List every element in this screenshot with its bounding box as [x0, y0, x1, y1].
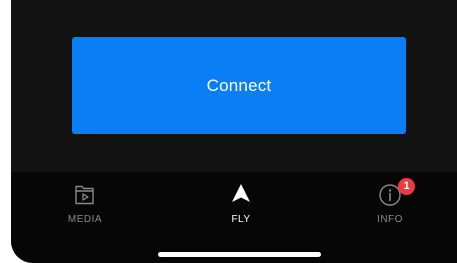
tab-info[interactable]: 1 INFO	[350, 172, 430, 242]
tab-fly[interactable]: FLY	[201, 172, 281, 242]
tab-media-label: MEDIA	[67, 214, 103, 225]
notification-badge: 1	[398, 178, 415, 195]
home-indicator[interactable]	[158, 252, 321, 257]
fly-arrow-icon	[230, 182, 252, 211]
connect-button[interactable]: Connect	[72, 37, 406, 134]
tab-info-label: INFO	[377, 214, 403, 225]
tab-fly-label: FLY	[231, 214, 251, 225]
media-folder-icon	[74, 182, 96, 211]
tab-bar: MEDIA FLY 1 INFO	[11, 172, 457, 263]
main-area: Connect	[11, 0, 457, 172]
app-screen: Connect MEDIA FLY 1 INFO	[11, 0, 457, 263]
tab-media[interactable]: MEDIA	[45, 172, 125, 242]
